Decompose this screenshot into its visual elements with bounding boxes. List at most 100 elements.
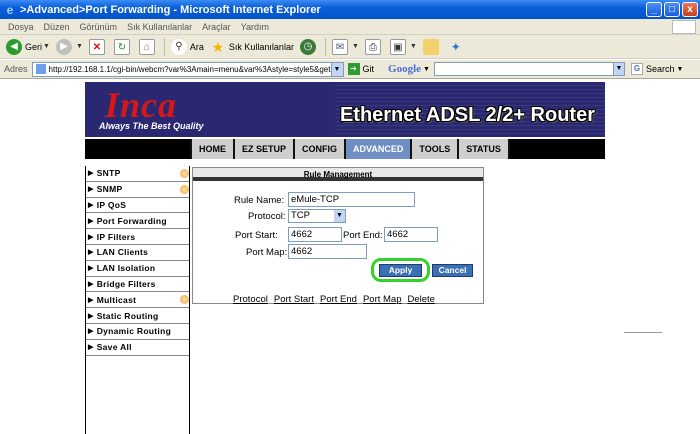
port-map-input[interactable]: 4662 — [288, 244, 367, 259]
sidebar-item-lan-isolation[interactable]: ▶ LAN Isolation — [86, 261, 189, 277]
cancel-button[interactable]: Cancel — [432, 264, 473, 277]
history-button[interactable]: ◷ — [299, 38, 319, 55]
sidebar-item-lan-clients[interactable]: ▶ LAN Clients — [86, 245, 189, 261]
search-button[interactable]: ⚲ Ara — [170, 38, 204, 55]
router-banner: Inca Always The Best Quality Ethernet AD… — [85, 82, 605, 137]
rule-name-input[interactable]: eMule-TCP — [288, 192, 415, 207]
tab-config[interactable]: CONFIG — [293, 139, 345, 159]
arrow-right-icon: ▶ — [88, 312, 94, 320]
messenger-icon: ✦ — [450, 39, 461, 54]
expand-icon — [180, 295, 189, 305]
star-icon: ★ — [211, 38, 225, 55]
port-start-input[interactable]: 4662 — [288, 227, 342, 242]
stop-icon: ✕ — [88, 38, 105, 55]
column-port-map[interactable]: Port Map — [363, 294, 402, 305]
chevron-down-icon: ▼ — [43, 43, 50, 50]
arrow-right-icon: ▶ — [88, 280, 94, 288]
port-end-input[interactable]: 4662 — [384, 227, 438, 242]
apply-button[interactable]: Apply — [379, 264, 422, 277]
sidebar-item-snmp[interactable]: ▶ SNMP — [86, 182, 189, 198]
arrow-right-icon: ▶ — [88, 201, 94, 209]
menu-file[interactable]: Dosya — [8, 22, 34, 32]
chevron-down-icon: ▼ — [423, 65, 430, 73]
column-delete[interactable]: Delete — [408, 294, 435, 305]
google-search-button[interactable]: G Search ▼ — [630, 63, 683, 75]
home-button[interactable]: ⌂ — [138, 38, 158, 55]
sidebar-item-dynamic-routing[interactable]: ▶ Dynamic Routing — [86, 324, 189, 340]
forward-arrow-icon: ▶ — [55, 38, 72, 55]
sidebar-item-port-forwarding[interactable]: ▶ Port Forwarding — [86, 213, 189, 230]
sidebar-menu: ▶ SNTP ▶ SNMP ▶ IP QoS ▶ Port Forwarding… — [85, 166, 190, 434]
menu-favorites[interactable]: Sık Kullanılanlar — [127, 22, 192, 32]
maximize-button[interactable]: □ — [664, 2, 680, 17]
arrow-right-icon: ▶ — [88, 328, 94, 336]
discuss-button[interactable] — [422, 38, 442, 55]
chevron-down-icon: ▼ — [334, 210, 345, 222]
google-search-input[interactable] — [433, 62, 614, 76]
stop-button[interactable]: ✕ — [88, 38, 108, 55]
sidebar-item-multicast[interactable]: ▶ Multicast — [86, 292, 189, 309]
close-button[interactable]: x — [682, 2, 698, 17]
arrow-right-icon: ▶ — [88, 344, 94, 352]
port-map-label: Port Map: — [246, 247, 288, 258]
protocol-select[interactable]: TCP ▼ — [288, 209, 346, 223]
google-search-label: Search — [645, 64, 675, 74]
main-nav: HOME EZ SETUP CONFIG ADVANCED TOOLS STAT… — [85, 139, 605, 159]
windows-logo-icon — [672, 19, 696, 34]
forward-button[interactable]: ▶ ▼ — [55, 38, 83, 55]
toolbar-divider — [163, 37, 165, 56]
google-toolbar[interactable]: Google ▼ ▼ — [388, 62, 625, 76]
sidebar-item-ip-qos[interactable]: ▶ IP QoS — [86, 198, 189, 214]
refresh-icon: ↻ — [113, 38, 130, 55]
tab-home[interactable]: HOME — [190, 139, 233, 159]
arrow-right-icon: ▶ — [88, 249, 94, 257]
tab-advanced[interactable]: ADVANCED — [344, 139, 411, 159]
address-input[interactable]: http://192.168.1.1/cgi-bin/webcm?var%3Am… — [31, 61, 332, 77]
column-port-start[interactable]: Port Start — [274, 294, 314, 305]
go-button[interactable]: ➔ Git — [347, 63, 375, 75]
favorites-button[interactable]: ★ Sık Kullanılanlar — [210, 39, 294, 55]
column-port-end[interactable]: Port End — [320, 294, 357, 305]
go-label: Git — [362, 64, 375, 74]
menu-view[interactable]: Görünüm — [80, 22, 118, 32]
expand-icon — [180, 184, 189, 194]
chevron-down-icon: ▼ — [75, 43, 83, 50]
port-end-label: Port End: — [343, 230, 383, 241]
minimize-button[interactable]: _ — [646, 2, 662, 17]
tab-tools[interactable]: TOOLS — [410, 139, 458, 159]
toolbar: ◀ Geri ▼ ▶ ▼ ✕ ↻ ⌂ ⚲ Ara ★ Sık Kullanıla… — [0, 35, 700, 59]
home-icon: ⌂ — [138, 38, 155, 55]
sidebar-item-bridge-filters[interactable]: ▶ Bridge Filters — [86, 277, 189, 293]
menu-tools[interactable]: Araçlar — [202, 22, 231, 32]
brand-slogan: Always The Best Quality — [99, 121, 204, 131]
edit-button[interactable]: ▣ ▼ — [389, 38, 417, 55]
search-label: Ara — [189, 41, 204, 52]
address-dropdown[interactable]: ▼ — [331, 61, 344, 77]
page-icon — [35, 64, 46, 74]
chevron-down-icon: ▼ — [409, 43, 417, 50]
ie-icon: e — [6, 2, 14, 17]
sidebar-item-static-routing[interactable]: ▶ Static Routing — [86, 308, 189, 324]
back-button[interactable]: ◀ Geri ▼ — [6, 38, 50, 55]
menu-edit[interactable]: Düzen — [44, 22, 70, 32]
sidebar-item-label: SNTP — [96, 168, 121, 179]
sidebar-item-sntp[interactable]: ▶ SNTP — [86, 166, 189, 182]
print-button[interactable]: ⎙ — [364, 38, 384, 55]
tab-status[interactable]: STATUS — [457, 139, 508, 159]
google-search-dropdown[interactable]: ▼ — [613, 62, 625, 76]
go-arrow-icon: ➔ — [347, 63, 360, 75]
favorites-label: Sık Kullanılanlar — [228, 41, 294, 52]
sidebar-item-ip-filters[interactable]: ▶ IP Filters — [86, 229, 189, 245]
arrow-right-icon: ▶ — [88, 170, 94, 178]
messenger-button[interactable]: ✦ — [448, 39, 467, 55]
refresh-button[interactable]: ↻ — [113, 38, 133, 55]
menu-help[interactable]: Yardım — [241, 22, 269, 32]
tab-ez-setup[interactable]: EZ SETUP — [233, 139, 294, 159]
column-protocol[interactable]: Protocol — [233, 294, 268, 305]
sidebar-item-save-all[interactable]: ▶ Save All — [86, 340, 189, 356]
chevron-down-icon: ▼ — [351, 43, 359, 50]
panel-title: Rule Management — [193, 168, 483, 181]
mail-button[interactable]: ✉ ▼ — [331, 38, 359, 55]
edit-icon: ▣ — [389, 38, 406, 55]
window-title: >Advanced>Port Forwarding - Microsoft In… — [20, 3, 321, 16]
